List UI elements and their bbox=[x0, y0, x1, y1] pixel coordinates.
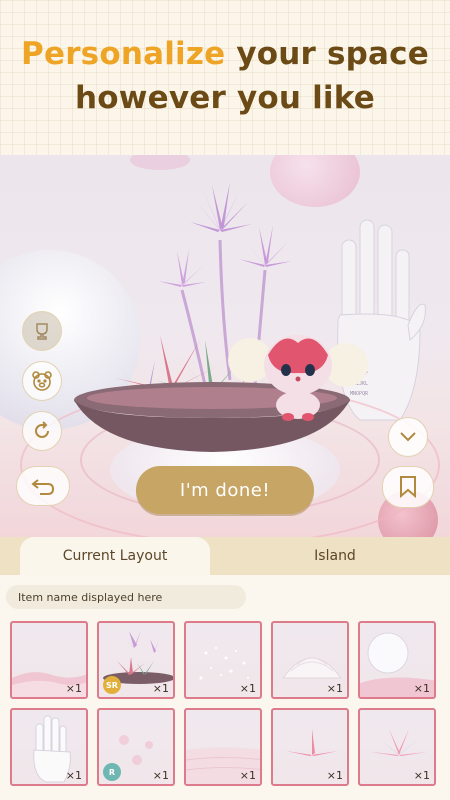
headline-line2: however you like bbox=[75, 80, 375, 116]
item-name-display: Item name displayed here bbox=[6, 585, 246, 609]
item-tile[interactable]: ×1 bbox=[358, 708, 436, 786]
collapse-button[interactable] bbox=[388, 417, 428, 457]
terrarium-scene[interactable]: ABCDEF GHIJKL MNOPQR bbox=[0, 155, 450, 540]
item-quantity: ×1 bbox=[152, 769, 169, 782]
item-tile[interactable]: ×1 bbox=[358, 621, 436, 699]
item-quantity: ×1 bbox=[239, 682, 256, 695]
chevron-down-icon bbox=[400, 432, 416, 442]
rarity-badge-r: R bbox=[103, 763, 121, 781]
bookmark-icon bbox=[400, 476, 416, 499]
trophy-icon bbox=[36, 323, 48, 340]
undo-arrow-icon bbox=[31, 479, 55, 495]
item-quantity: ×1 bbox=[413, 682, 430, 695]
undo-button[interactable] bbox=[16, 466, 70, 506]
item-quantity: ×1 bbox=[326, 769, 343, 782]
bookmark-button[interactable] bbox=[382, 466, 434, 508]
item-quantity: ×1 bbox=[413, 769, 430, 782]
promo-banner: Personalize your space however you like bbox=[0, 0, 450, 155]
rotate-button[interactable] bbox=[22, 411, 62, 451]
item-tile[interactable]: ×1 bbox=[10, 621, 88, 699]
item-tile[interactable]: ×1 bbox=[10, 708, 88, 786]
planet-pink-small bbox=[130, 155, 190, 170]
item-tile[interactable]: ×1 bbox=[271, 708, 349, 786]
pet-button[interactable] bbox=[22, 361, 62, 401]
item-tile[interactable]: ×1 bbox=[184, 708, 262, 786]
tab-island[interactable]: Island bbox=[230, 537, 440, 575]
rotate-icon bbox=[35, 421, 49, 438]
items-panel: Item name displayed here ×1 SR ×1 ×1 ×1 … bbox=[0, 575, 450, 800]
trophy-button[interactable] bbox=[22, 311, 62, 351]
done-button[interactable]: I'm done! bbox=[136, 466, 314, 514]
layout-tabbar: Current Layout Island bbox=[0, 537, 450, 575]
item-tile[interactable]: SR ×1 bbox=[97, 621, 175, 699]
item-quantity: ×1 bbox=[239, 769, 256, 782]
item-quantity: ×1 bbox=[152, 682, 169, 695]
bear-face-icon bbox=[32, 371, 52, 391]
headline-rest: your space bbox=[225, 36, 429, 72]
item-quantity: ×1 bbox=[65, 769, 82, 782]
rarity-badge-sr: SR bbox=[103, 676, 121, 694]
item-quantity: ×1 bbox=[65, 682, 82, 695]
item-tile[interactable]: R ×1 bbox=[97, 708, 175, 786]
headline-accent: Personalize bbox=[21, 36, 226, 72]
item-tile[interactable]: ×1 bbox=[184, 621, 262, 699]
pet-creature bbox=[228, 335, 368, 421]
item-tile[interactable]: ×1 bbox=[271, 621, 349, 699]
item-quantity: ×1 bbox=[326, 682, 343, 695]
tab-current-layout[interactable]: Current Layout bbox=[20, 537, 210, 575]
headline-line1: Personalize your space bbox=[0, 32, 450, 76]
